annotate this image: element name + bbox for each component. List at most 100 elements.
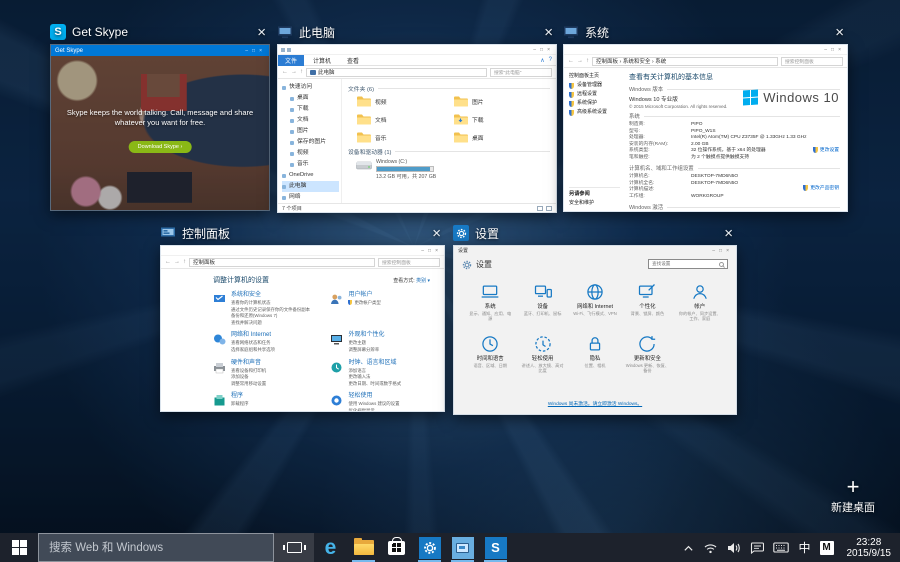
tile-personalization: 个性化 背景、锁屏、颜色 <box>623 282 671 321</box>
close-icon: × <box>259 49 262 54</box>
category-link: 查看你的计算机状态 <box>231 300 310 306</box>
change-settings-link: 更改设置 <box>813 146 839 153</box>
user-accounts-icon <box>330 293 343 306</box>
sidebar-item-network: 网络 <box>282 192 341 203</box>
system-window-thumbnail[interactable]: – □ × ← → ↑ 控制面板 › 系统和安全 › 系统 搜索控制面板 控制面… <box>563 44 848 212</box>
close-button-controlpanel[interactable]: × <box>428 226 445 241</box>
skype-app-icon: S <box>50 24 66 40</box>
new-desktop-label: 新建桌面 <box>820 499 886 515</box>
maximize-icon: □ <box>719 249 722 254</box>
sidebar-advanced-settings: 高级系统设置 <box>569 108 620 117</box>
settings-window-thumbnail[interactable]: 设置 – □ × 设置 查找设置 系统 显示、通知、应用、电源 <box>453 245 737 415</box>
uac-shield-icon <box>803 185 808 191</box>
close-button-system[interactable]: × <box>831 25 848 40</box>
explorer-sidebar: 快速访问 桌面 下载 文档 图片 保存的图片 视频 音乐 OneDrive 此电… <box>278 79 342 203</box>
sidebar-remote-settings: 远程设置 <box>569 90 620 99</box>
ime-mode-badge[interactable]: M <box>820 541 834 555</box>
tile-network: 网络和 Internet Wi-Fi、飞行模式、VPN <box>571 282 619 321</box>
settings-header-text: 设置 <box>476 259 492 270</box>
window-controls: – □ × <box>824 46 844 53</box>
category-link: 使用 Windows 建议的设置 <box>348 401 399 407</box>
category-link: 更改帐户类型 <box>348 300 380 306</box>
time: 23:28 <box>847 537 892 548</box>
network-internet-icon <box>213 333 226 346</box>
up-icon: ↑ <box>586 58 589 64</box>
computer-row: 工作组:WORKGROUP <box>629 194 840 201</box>
minimize-icon: – <box>533 48 536 53</box>
close-button-thispc[interactable]: × <box>540 25 557 40</box>
explorer-content: 文件夹 (6) 视频 图片 文档 下载 音乐 桌面 设备和驱动器 (1) Win… <box>342 79 556 203</box>
start-button[interactable] <box>0 533 38 562</box>
drive-info: Windows (C:) 13.2 GB 可用，共 207 GB <box>376 159 436 180</box>
taskbar-clock[interactable]: 23:28 2015/9/15 <box>843 537 896 559</box>
window-controls: – □ × <box>533 46 553 53</box>
close-button-settings[interactable]: × <box>720 226 737 241</box>
category-hardware-sound: 硬件和声音 查看设备和打印机 添加设备 调整常用移动设置 <box>213 360 320 387</box>
search-placeholder-text: 查找设置 <box>652 261 670 267</box>
tile-privacy: 隐私 位置、相机 <box>571 334 619 373</box>
show-hidden-icons-chevron[interactable] <box>683 544 694 552</box>
settings-icon <box>419 537 441 559</box>
uac-shield-icon <box>569 92 574 98</box>
category-programs: 程序 卸载程序 <box>213 393 320 411</box>
category-link: 卸载程序 <box>231 401 249 407</box>
system-heading: 查看有关计算机的基本信息 <box>629 72 840 82</box>
update-security-icon <box>637 334 657 354</box>
uac-shield-icon <box>569 110 574 116</box>
forward-icon: → <box>174 259 180 265</box>
programs-icon <box>213 394 226 407</box>
thispc-app-icon <box>277 24 293 40</box>
maximize-icon: □ <box>540 48 543 53</box>
thispc-window-thumbnail[interactable]: – □ × 文件 计算机 查看 ∧ ? ← → ↑ 此 <box>277 44 557 213</box>
action-center-icon[interactable] <box>750 542 764 554</box>
controlpanel-window-thumbnail[interactable]: – □ × ← → ↑ 控制面板 搜索控制面板 调整计算机的设置 查看方式: 类… <box>160 245 445 412</box>
taskbar-store-button[interactable] <box>380 533 413 562</box>
volume-icon[interactable] <box>727 542 741 554</box>
minimize-icon: – <box>245 49 248 54</box>
file-explorer-icon <box>354 540 374 555</box>
address-field: 此电脑 <box>306 68 487 77</box>
activation-header: Windows 激活 <box>629 203 840 211</box>
explorer-titlebar: – □ × <box>278 45 556 55</box>
taskbar-skype-button[interactable]: S <box>479 533 512 562</box>
settings-inner-title: 设置 <box>458 247 468 254</box>
taskbar-control-panel-button[interactable] <box>446 533 479 562</box>
task-view-button[interactable] <box>274 533 314 562</box>
forward-icon: → <box>291 69 297 75</box>
category-link: 更改主题 <box>348 340 384 346</box>
skype-promo-photo <box>51 56 269 210</box>
search-input[interactable] <box>39 534 273 561</box>
close-button-skype[interactable]: × <box>253 25 270 40</box>
system-app-icon <box>563 24 579 40</box>
tab-computer: 计算机 <box>306 55 338 66</box>
windows10-logo-text: Windows 10 <box>763 90 839 105</box>
sidebar-item-desktop: 桌面 <box>282 93 341 104</box>
tab-view: 查看 <box>340 55 366 66</box>
view-by-control: 查看方式: 类别 ▾ <box>393 277 430 284</box>
controlpanel-titlebar: – □ × <box>161 246 444 256</box>
touch-keyboard-icon[interactable] <box>773 542 789 553</box>
category-link: 调整屏幕分辨率 <box>348 347 384 353</box>
help-icon: ? <box>549 57 552 64</box>
ime-language-indicator[interactable]: 中 <box>798 539 810 556</box>
taskbar-search[interactable] <box>38 533 274 562</box>
taskbar-edge-button[interactable]: e <box>314 533 347 562</box>
sidebar-control-panel-home: 控制面板主页 <box>569 72 620 81</box>
window-title: 系统 <box>585 24 609 41</box>
taskbar-file-explorer-button[interactable] <box>347 533 380 562</box>
explorer-body: 快速访问 桌面 下载 文档 图片 保存的图片 视频 音乐 OneDrive 此电… <box>278 79 556 203</box>
drive-capacity-bar <box>376 166 434 172</box>
controlpanel-content: 调整计算机的设置 查看方式: 类别 ▾ 系统和安全 查看你的计算机状态 通过文件… <box>161 269 444 411</box>
wifi-icon[interactable] <box>703 542 718 554</box>
window-title: Get Skype <box>72 25 128 39</box>
security-maintenance-link: 安全和维护 <box>569 200 594 206</box>
skype-window-thumbnail[interactable]: Get Skype – □ × Skype keeps the world ta… <box>50 44 270 211</box>
new-desktop-button[interactable]: + 新建桌面 <box>820 477 886 515</box>
window-label-skype: S Get Skype × <box>50 22 270 42</box>
taskbar-settings-button[interactable] <box>413 533 446 562</box>
back-icon: ← <box>165 259 171 265</box>
category-appearance: 外观和个性化 更改主题 调整屏幕分辨率 <box>330 332 430 352</box>
explorer-statusbar: 7 个项目 <box>278 203 556 212</box>
dropdown-icon: ▾ <box>427 278 430 284</box>
controlpanel-app-icon <box>160 225 176 241</box>
